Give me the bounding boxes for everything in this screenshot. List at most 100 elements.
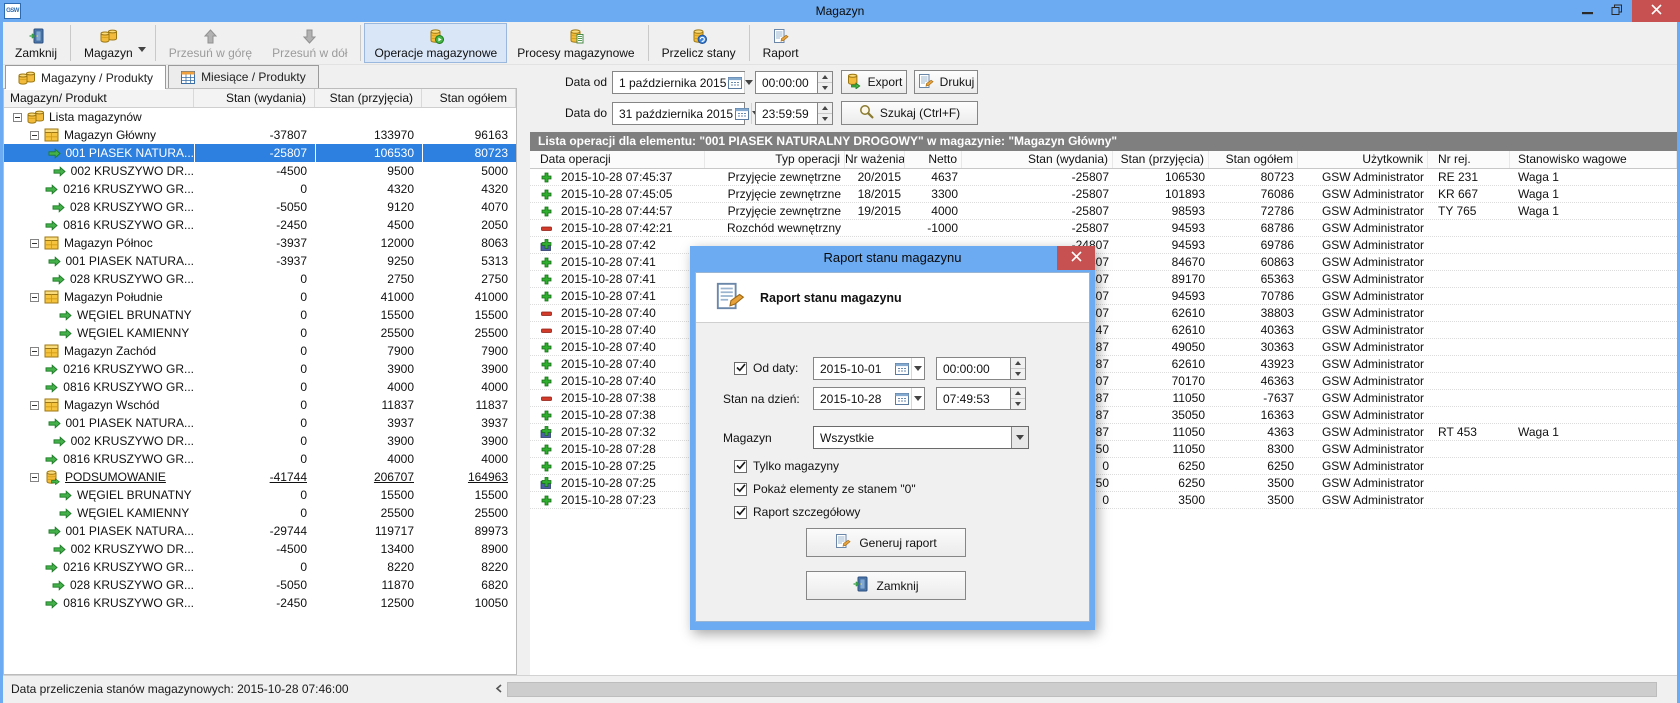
dialog-titlebar[interactable]: Raport stanu magazynu	[695, 246, 1090, 272]
scrollbar-thumb[interactable]	[507, 682, 1657, 697]
search-button[interactable]: Szukaj (Ctrl+F)	[841, 101, 978, 125]
tree-row-0816-kruszywo-gr[interactable]: 0816 KRUSZYWO GR...-245045002050	[4, 216, 516, 234]
dialog-close-button[interactable]	[1057, 246, 1095, 270]
tree-row-0216-kruszywo-gr[interactable]: 0216 KRUSZYWO GR...043204320	[4, 180, 516, 198]
tree-row-028-kruszywo-gr[interactable]: 028 KRUSZYWO GR...027502750	[4, 270, 516, 288]
close-button[interactable]	[1632, 0, 1680, 22]
tree-expander[interactable]	[30, 401, 39, 410]
dialog-checkbox-raport-szczeg-owy[interactable]: Raport szczegółowy	[734, 505, 860, 519]
chevron-down-icon[interactable]	[911, 388, 924, 409]
operation-row[interactable]: 2015-10-28 07:45:37Przyjęcie zewnętrzne2…	[530, 169, 1677, 186]
checkbox-icon[interactable]	[734, 483, 747, 496]
ops-column-header-u-ytkownik[interactable]: Użytkownik	[1298, 151, 1428, 168]
tree-row-028-kruszywo-gr[interactable]: 028 KRUSZYWO GR...-505091204070	[4, 198, 516, 216]
from-date-checkbox[interactable]: Od daty:	[734, 361, 798, 375]
operation-row[interactable]: 2015-10-28 07:44:57Przyjęcie zewnętrzne1…	[530, 203, 1677, 220]
tree-row-podsumowanie[interactable]: PODSUMOWANIE-41744206707164963	[4, 468, 516, 486]
tree-column-header[interactable]: Stan (przyjęcia)	[315, 89, 422, 107]
toolbar-button-raport[interactable]: Raport	[753, 23, 809, 63]
dialog-checkbox-poka-elementy-ze-stanem-0[interactable]: Pokaż elementy ze stanem "0"	[734, 482, 916, 496]
ops-column-header-stan-w-ydania[interactable]: Stan (w​ydania)	[962, 151, 1113, 168]
ops-column-header-data-operacji[interactable]: Data operacji	[530, 151, 705, 168]
time-from-spinner[interactable]	[817, 72, 832, 93]
tree-expander[interactable]	[30, 131, 39, 140]
tree-column-header[interactable]: Stan ogółem	[422, 89, 516, 107]
scroll-left-button[interactable]	[490, 681, 507, 697]
tree-row-002-kruszywo-dr[interactable]: 002 KRUSZYWO DR...-4500134008900	[4, 540, 516, 558]
ops-column-header-typ-operacji[interactable]: Typ operacji	[705, 151, 845, 168]
date-from-input[interactable]: 1 października 2015	[612, 71, 745, 94]
print-button[interactable]: Drukuj	[914, 70, 978, 94]
ops-column-header-nr-wa-enia[interactable]: Nr ważenia	[845, 151, 905, 168]
tree-row-0216-kruszywo-gr[interactable]: 0216 KRUSZYWO GR...082208220	[4, 558, 516, 576]
toolbar-button-przelicz-stany[interactable]: Przelicz stany	[652, 23, 746, 63]
ops-column-header-stan-przyj-cia[interactable]: Stan (przyjęcia)	[1113, 151, 1209, 168]
tree-row-magazyn-g-wny[interactable]: Magazyn Główny-3780713397096163	[4, 126, 516, 144]
ops-column-header-netto[interactable]: Netto	[905, 151, 962, 168]
tree-row-magazyn-wsch-d[interactable]: Magazyn Wschód01183711837	[4, 396, 516, 414]
ops-column-header-stan-og-em[interactable]: Stan ogółem	[1209, 151, 1298, 168]
ops-column-header-stanowisko-wagowe[interactable]: Stanowisko wagowe	[1510, 151, 1677, 168]
tree-expander[interactable]	[30, 347, 39, 356]
tree-row-0816-kruszywo-gr[interactable]: 0816 KRUSZYWO GR...040004000	[4, 450, 516, 468]
time-to-spinner[interactable]	[817, 103, 832, 124]
checkbox-icon[interactable]	[734, 362, 747, 375]
restore-button[interactable]	[1602, 0, 1632, 22]
tree-expander[interactable]	[13, 113, 22, 122]
chevron-down-icon[interactable]	[1011, 427, 1028, 448]
asof-date-input[interactable]: 2015-10-28	[813, 387, 925, 410]
toolbar-button-procesy-magazynowe[interactable]: Procesy magazynowe	[507, 23, 644, 63]
chevron-down-icon[interactable]	[911, 358, 924, 379]
time-to-input[interactable]: 23:59:59	[755, 102, 833, 125]
ops-column-header-nr-rej[interactable]: Nr rej.	[1428, 151, 1510, 168]
tree-row-w-giel-kamienny[interactable]: WĘGIEL KAMIENNY02550025500	[4, 324, 516, 342]
tree-row-002-kruszywo-dr[interactable]: 002 KRUSZYWO DR...039003900	[4, 432, 516, 450]
tree-row-magazyn-zach-d[interactable]: Magazyn Zachód079007900	[4, 342, 516, 360]
tree-row-028-kruszywo-gr[interactable]: 028 KRUSZYWO GR...-5050118706820	[4, 576, 516, 594]
horizontal-scrollbar[interactable]	[490, 681, 1677, 697]
tree-row-001-piasek-natura[interactable]: 001 PIASEK NATURA...-393792505313	[4, 252, 516, 270]
tree-row-magazyn-p-noc[interactable]: Magazyn Północ-3937120008063	[4, 234, 516, 252]
toolbar-button-zamknij[interactable]: Zamknij	[5, 23, 67, 63]
operation-row[interactable]: 2015-10-28 07:45:05Przyjęcie zewnętrzne1…	[530, 186, 1677, 203]
tree-row-002-kruszywo-dr[interactable]: 002 KRUSZYWO DR...-450095005000	[4, 162, 516, 180]
from-date-input[interactable]: 2015-10-01	[813, 357, 925, 380]
tree-row-0816-kruszywo-gr[interactable]: 0816 KRUSZYWO GR...-24501250010050	[4, 594, 516, 612]
tree-expander[interactable]	[30, 293, 39, 302]
tree-row-lista-magazyn-w[interactable]: Lista magazynów	[4, 108, 516, 126]
from-time-input[interactable]: 00:00:00	[936, 357, 1026, 380]
export-button[interactable]: Export	[841, 70, 907, 94]
tree-row-001-piasek-natura[interactable]: 001 PIASEK NATURA...-2580710653080723	[4, 144, 516, 162]
toolbar-button-operacje-magazynowe[interactable]: Operacje magazynowe	[364, 23, 507, 63]
tree-row-001-piasek-natura[interactable]: 001 PIASEK NATURA...039373937	[4, 414, 516, 432]
tree-expander[interactable]	[30, 473, 39, 482]
checkbox-icon[interactable]	[734, 506, 747, 519]
checkbox-icon[interactable]	[734, 460, 747, 473]
tree-row-0216-kruszywo-gr[interactable]: 0216 KRUSZYWO GR...039003900	[4, 360, 516, 378]
dialog-zamknij-button[interactable]: Zamknij	[806, 571, 966, 600]
chevron-down-icon[interactable]	[744, 72, 753, 93]
tree-row-magazyn-po-udnie[interactable]: Magazyn Południe04100041000	[4, 288, 516, 306]
tree-expander[interactable]	[30, 239, 39, 248]
tree-row-w-giel-brunatny[interactable]: WĘGIEL BRUNATNY01550015500	[4, 306, 516, 324]
tab-magazyny-produkty[interactable]: Magazyny / Produkty	[5, 65, 166, 89]
asof-time-input[interactable]: 07:49:53	[936, 387, 1026, 410]
toolbar-button-magazyn[interactable]: Magazyn	[74, 23, 152, 63]
tree-row-w-giel-kamienny[interactable]: WĘGIEL KAMIENNY02550025500	[4, 504, 516, 522]
tree-row-001-piasek-natura[interactable]: 001 PIASEK NATURA...-2974411971789973	[4, 522, 516, 540]
toolbar-button-przesu-w-d[interactable]: Przesuń w dół	[262, 23, 357, 63]
spinner[interactable]	[1010, 388, 1025, 409]
tree-column-header[interactable]: Magazyn/ Produkt	[4, 89, 194, 107]
tree-row-w-giel-brunatny[interactable]: WĘGIEL BRUNATNY01550015500	[4, 486, 516, 504]
tree-row-0816-kruszywo-gr[interactable]: 0816 KRUSZYWO GR...040004000	[4, 378, 516, 396]
chevron-down-icon[interactable]	[138, 41, 146, 55]
time-from-input[interactable]: 00:00:00	[755, 71, 833, 94]
date-to-input[interactable]: 31 października 2015	[612, 102, 745, 125]
minimize-button[interactable]	[1572, 0, 1602, 22]
spinner[interactable]	[1010, 358, 1025, 379]
magazyn-select[interactable]: Wszystkie	[813, 426, 1029, 449]
toolbar-button-przesu-w-g-r[interactable]: Przesuń w górę	[159, 23, 262, 63]
generate-report-button[interactable]: Generuj raport	[806, 528, 966, 557]
dialog-checkbox-tylko-magazyny[interactable]: Tylko magazyny	[734, 459, 839, 473]
tab-miesi-ce-produkty[interactable]: Miesiące / Produkty	[168, 65, 319, 88]
